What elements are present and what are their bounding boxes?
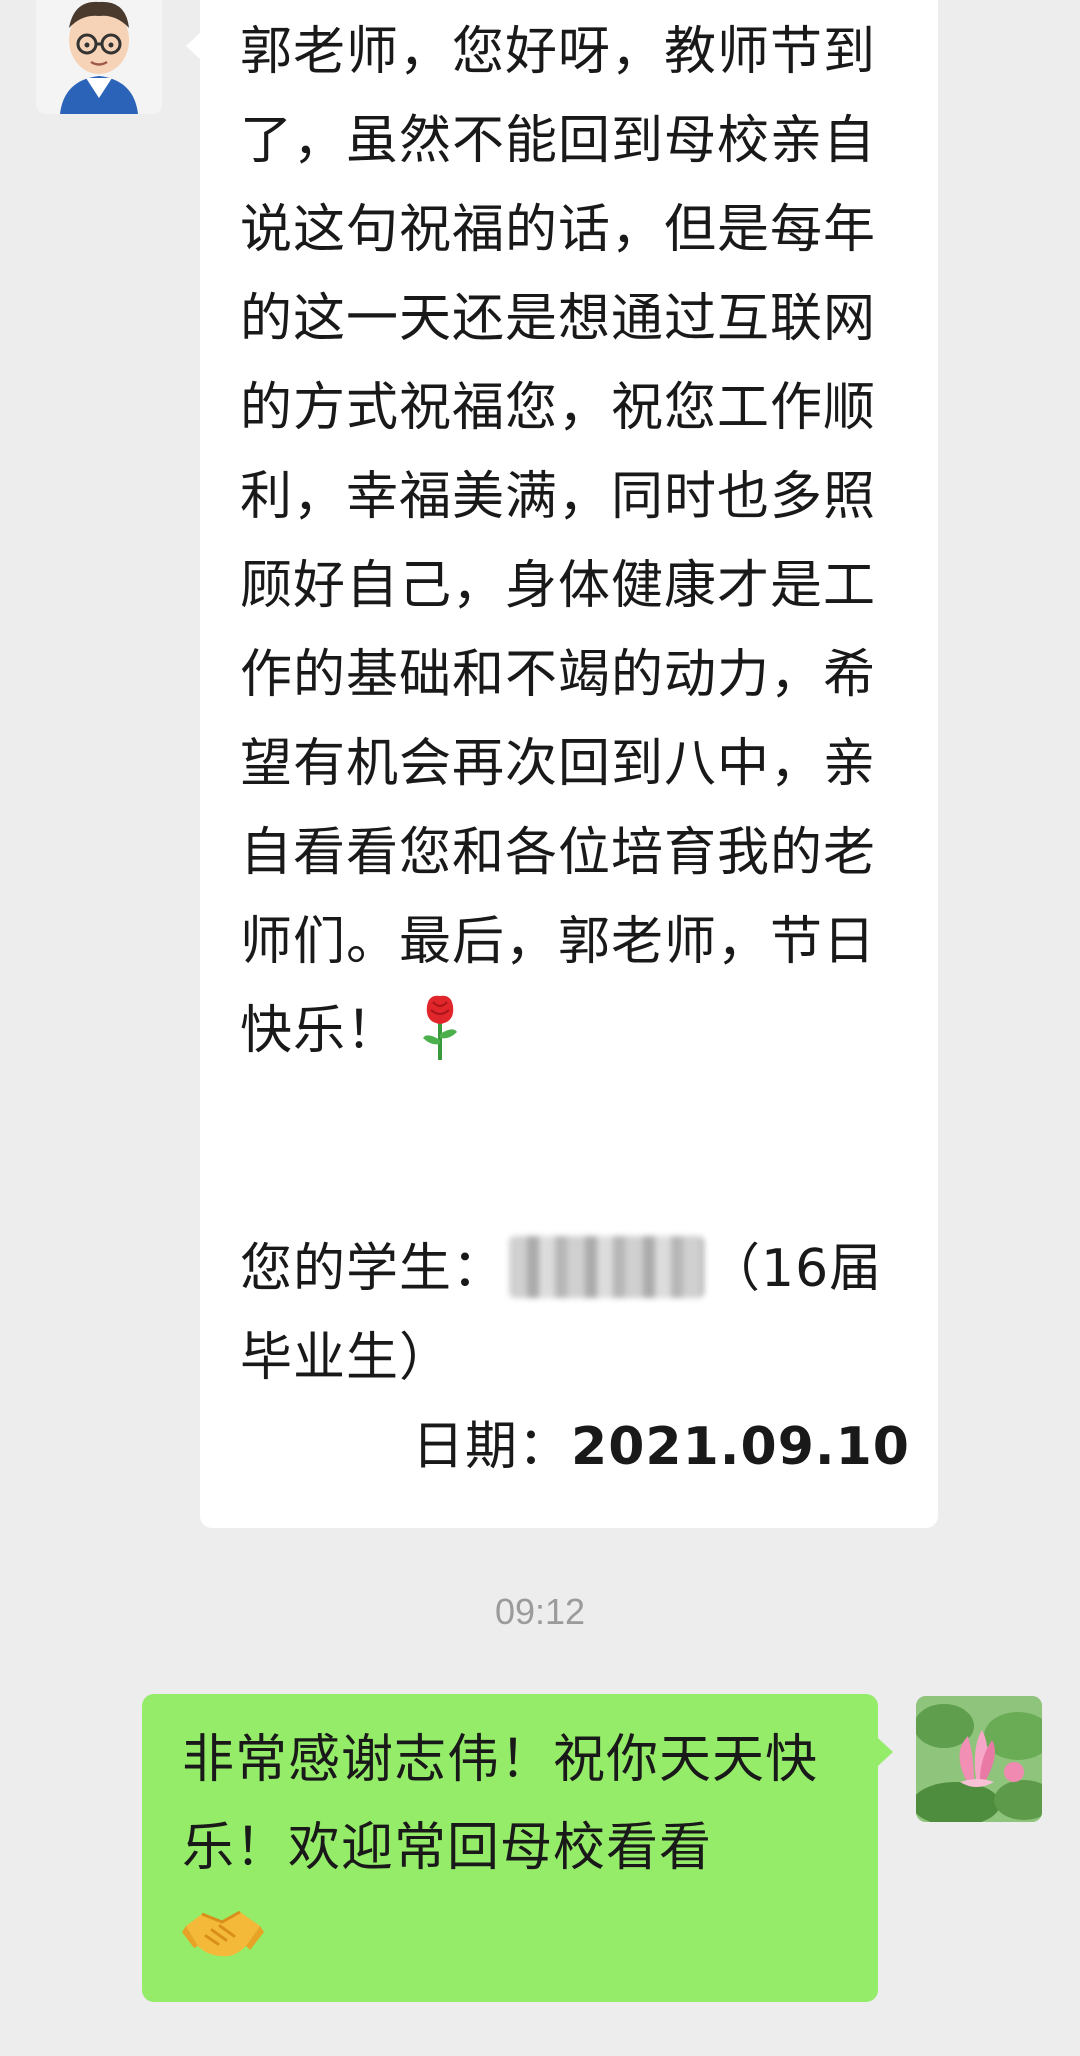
message-timestamp: 09:12 (494, 1591, 586, 1632)
date-line: 日期：2021.09.10 (412, 1403, 910, 1492)
outgoing-message-text: 非常感谢志伟！祝你天天快乐！欢迎常回母校看看 (182, 1716, 862, 1964)
signature-suffix: （16届 (708, 1239, 883, 1299)
outgoing-message-bubble[interactable]: 非常感谢志伟！祝你天天快乐！欢迎常回母校看看 (142, 1694, 893, 2002)
cartoon-teacher-avatar-icon (36, 0, 162, 114)
date-value: 2021.09.10 (571, 1417, 910, 1477)
my-avatar[interactable] (916, 1696, 1042, 1822)
rose-emoji-icon (417, 992, 463, 1062)
lotus-flower-avatar-icon (916, 1696, 1042, 1822)
incoming-message-text: 郭老师，您好呀，教师节到了，虽然不能回到母校亲自说这句祝福的话，但是每年的这一天… (240, 8, 920, 1076)
chat-area[interactable]: 郭老师，您好呀，教师节到了，虽然不能回到母校亲自说这句祝福的话，但是每年的这一天… (0, 0, 1080, 2056)
incoming-message-body: 郭老师，您好呀，教师节到了，虽然不能回到母校亲自说这句祝福的话，但是每年的这一天… (240, 22, 877, 1061)
incoming-message-bubble[interactable]: 郭老师，您好呀，教师节到了，虽然不能回到母校亲自说这句祝福的话，但是每年的这一天… (186, 0, 938, 1528)
signature-line-1: 您的学生： （16届 (240, 1225, 920, 1314)
handshake-emoji-icon (182, 1902, 264, 1964)
sender-avatar[interactable] (36, 0, 162, 114)
signature-line-2: 毕业生） (240, 1328, 453, 1388)
date-label: 日期： (412, 1417, 572, 1477)
redacted-name (509, 1236, 705, 1298)
signature-prefix: 您的学生： (240, 1239, 506, 1299)
signature-block: 您的学生： （16届 毕业生） (240, 1225, 920, 1403)
outgoing-message-body: 非常感谢志伟！祝你天天快乐！欢迎常回母校看看 (182, 1730, 819, 1878)
